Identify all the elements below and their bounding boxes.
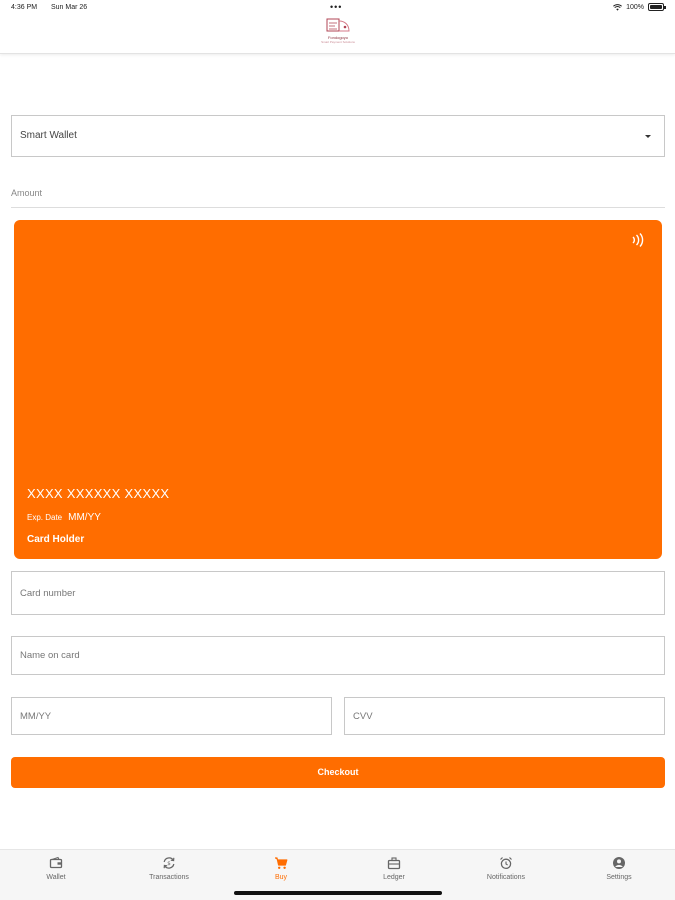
tab-buy[interactable]: Buy [236,856,326,881]
wifi-icon [613,3,623,11]
wallet-select[interactable]: Smart Wallet [11,115,665,157]
expiry-input[interactable]: MM/YY [11,697,332,735]
tab-label: Ledger [383,874,405,881]
checkout-button[interactable]: Checkout [11,757,665,788]
expiry-placeholder: MM/YY [20,710,52,722]
tab-label: Notifications [486,874,526,881]
tab-transactions[interactable]: $ Transactions [124,856,214,881]
status-date: Sun Mar 26 [51,4,88,11]
status-time: 4:36 PM [11,4,38,11]
tab-label: Transactions [149,874,189,881]
battery-icon [648,3,666,11]
card-number-display: XXXX XXXXXX XXXXX [27,486,170,501]
tab-wallet[interactable]: Wallet [11,856,101,881]
contactless-icon [632,233,644,247]
battery-percent: 100% [626,3,644,11]
multitasking-dots[interactable]: ••• [330,2,342,12]
card-expiry-label: Exp. Date [27,513,63,522]
tab-ledger[interactable]: Ledger [349,856,439,881]
card-holder-display: Card Holder [27,534,85,545]
svg-text:$: $ [167,861,171,867]
ledger-icon [387,857,401,870]
buy-screen: 4:36 PM Sun Mar 26 ••• 100% Fondogoyo Sm… [0,0,675,900]
tab-label: Buy [274,874,288,881]
settings-icon [613,857,625,869]
logo-tagline: Smart Payment Solutions [321,40,355,44]
tab-label: Settings [606,874,632,881]
cart-icon [275,857,288,869]
cvv-placeholder: CVV [353,710,373,722]
alarm-icon [500,857,512,870]
status-bar: 4:36 PM Sun Mar 26 ••• 100% [0,0,675,16]
wallet-select-value: Smart Wallet [20,130,77,141]
status-right: 100% [613,3,666,11]
card-expiry-display: Exp. Date MM/YY [27,512,101,523]
tab-notifications[interactable]: Notifications [461,856,551,881]
app-logo: Fondogoyo Smart Payment Solutions [311,17,365,53]
cvv-input[interactable]: CVV [344,697,665,735]
app-header: 4:36 PM Sun Mar 26 ••• 100% Fondogoyo Sm… [0,0,675,54]
tab-settings[interactable]: Settings [574,856,664,881]
wallet-icon [49,856,63,869]
amount-label: Amount [11,188,43,198]
name-on-card-input[interactable]: Name on card [11,636,665,675]
card-number-placeholder: Card number [20,587,76,599]
dropdown-arrow-icon[interactable] [645,135,651,138]
payment-card-preview: XXXX XXXXXX XXXXX Exp. Date MM/YY Card Ho… [14,220,662,559]
home-indicator[interactable] [234,891,442,895]
logo-mark-icon [326,18,350,32]
amount-input-underline[interactable] [11,207,665,208]
card-number-input[interactable]: Card number [11,571,665,615]
transactions-icon: $ [163,857,175,869]
name-on-card-placeholder: Name on card [20,650,80,661]
tab-label: Wallet [46,874,66,881]
card-expiry-value: MM/YY [68,512,101,523]
